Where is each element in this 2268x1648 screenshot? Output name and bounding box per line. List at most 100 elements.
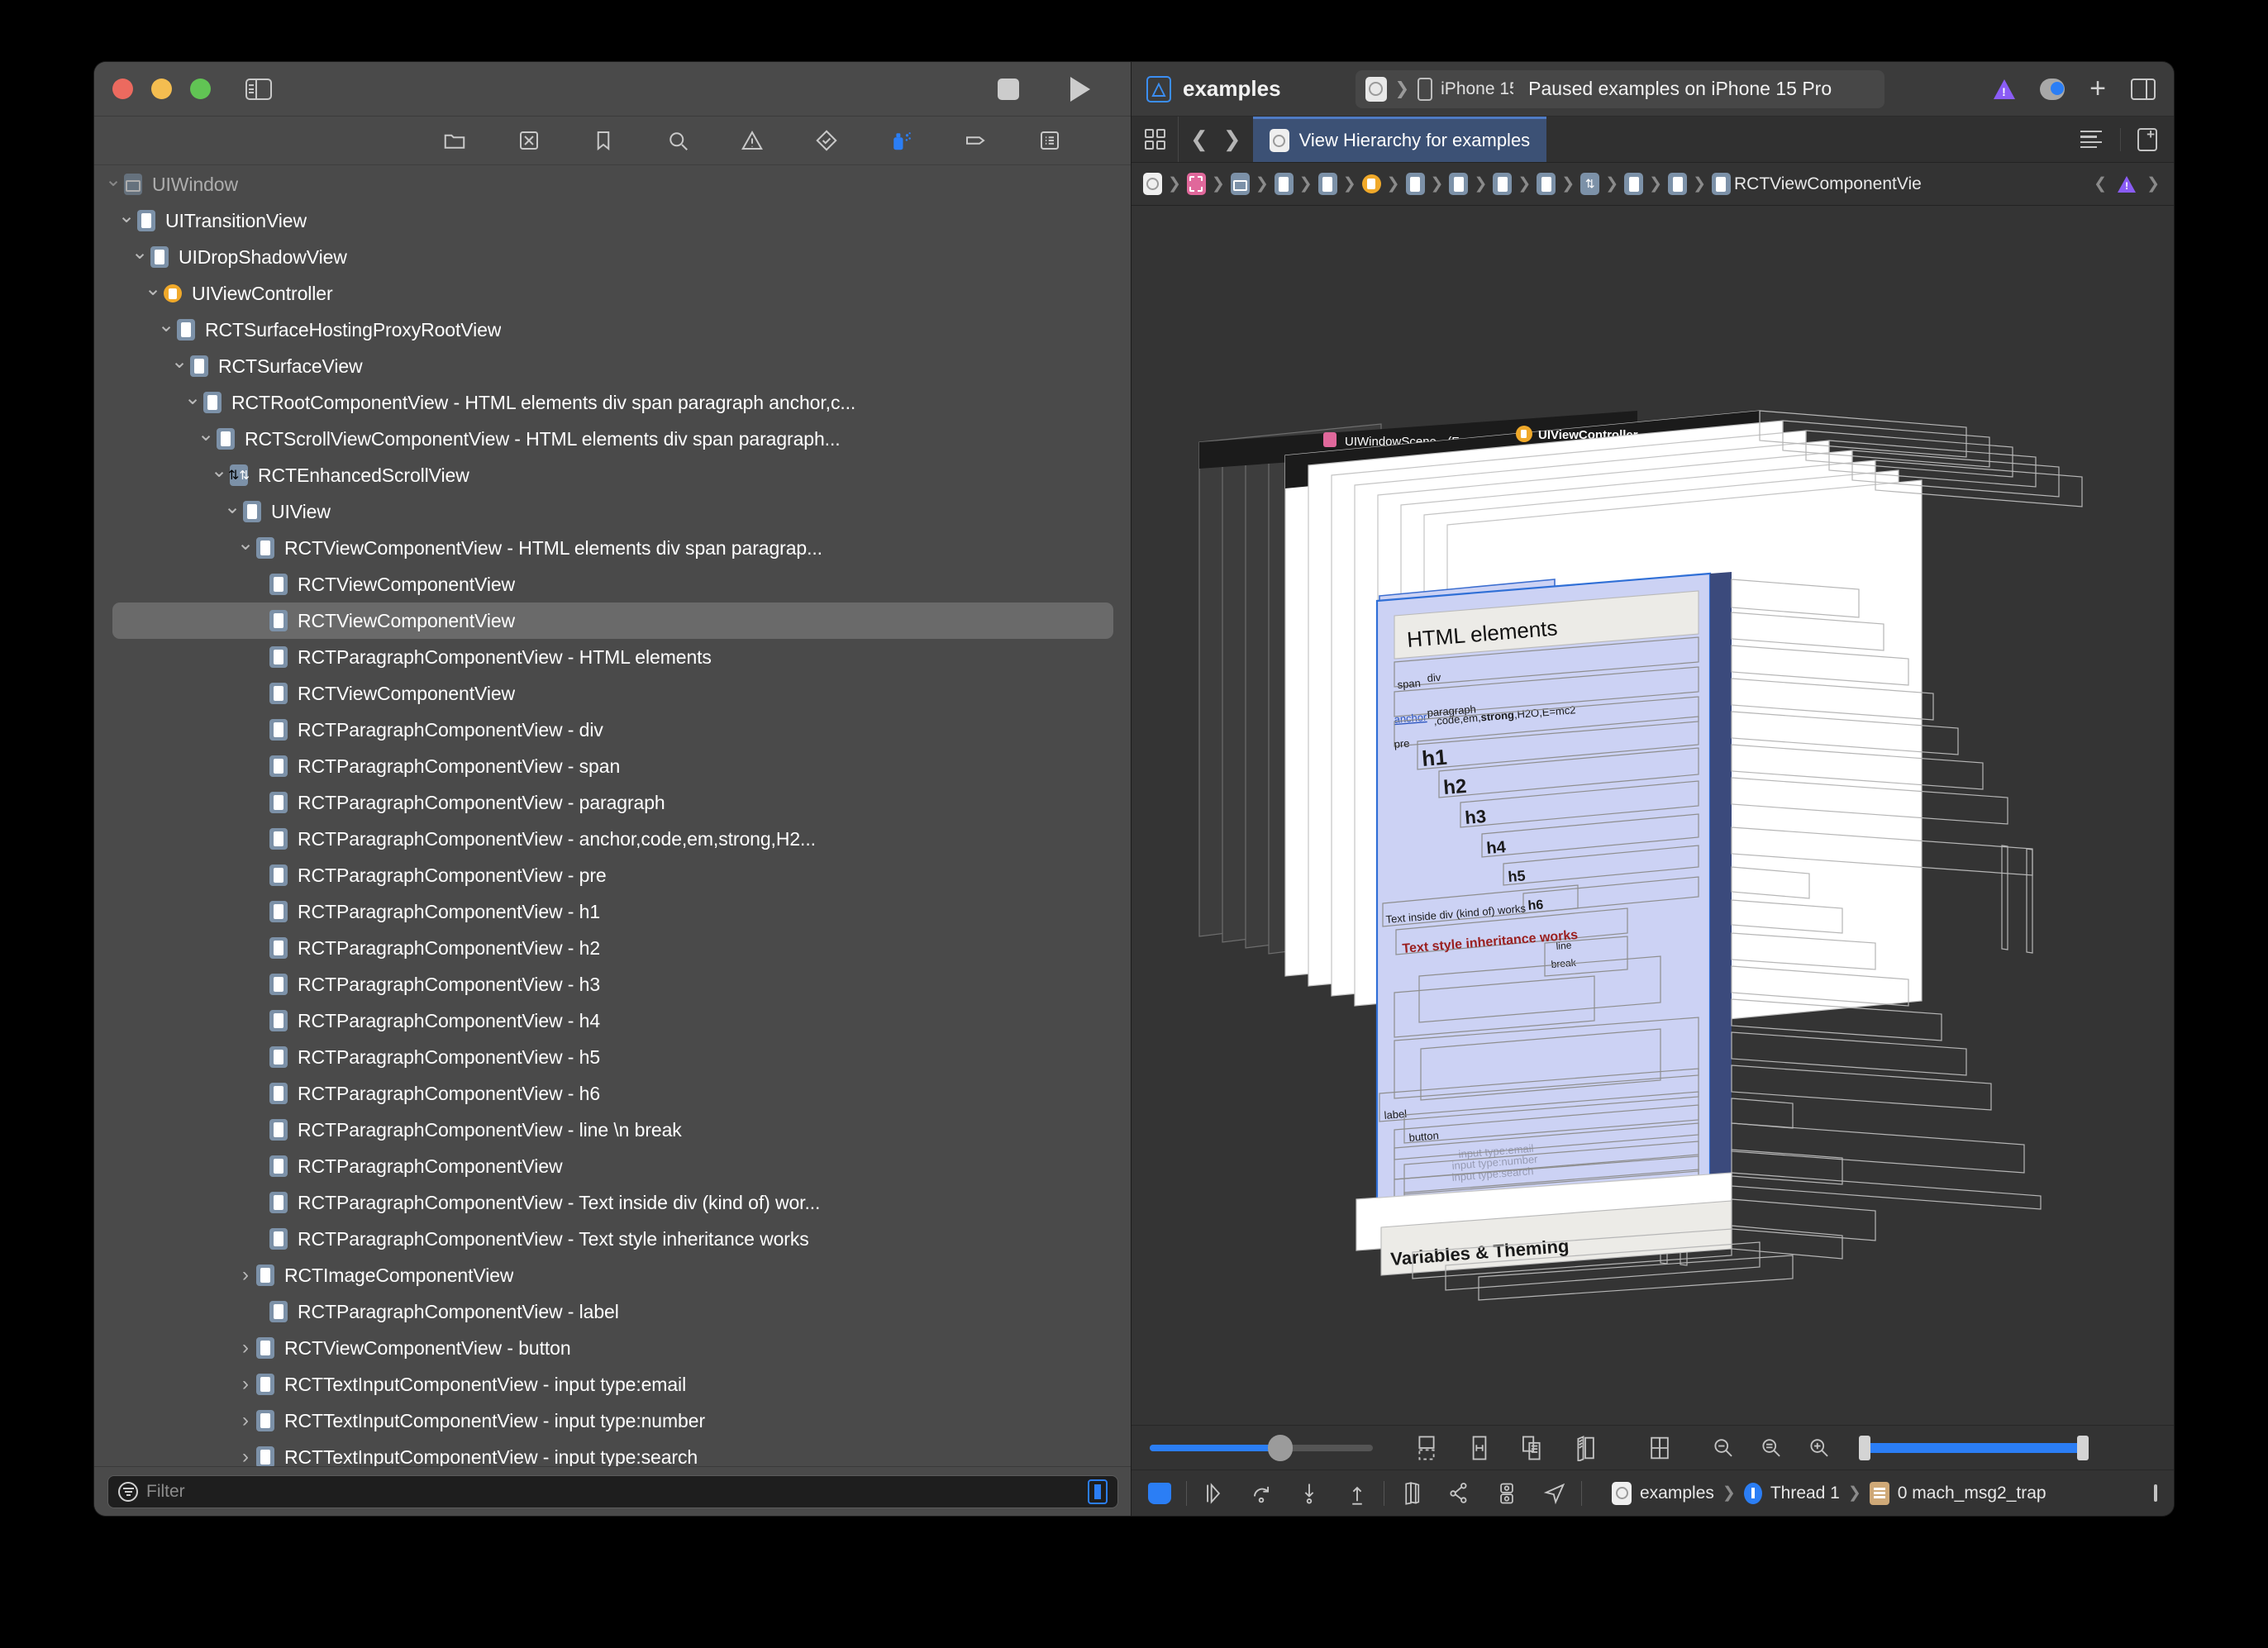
debug-thread-label[interactable]: Thread 1 [1770,1484,1840,1503]
chevron-down-icon[interactable] [155,320,177,340]
editor-navigation-arrows[interactable]: ❮ ❯ [1178,117,1253,162]
breadcrumb-vc-icon[interactable] [1361,174,1381,193]
breadcrumb-view-icon[interactable] [1668,173,1688,195]
filter-scope-button[interactable] [1088,1479,1108,1504]
tree-row[interactable]: RCTParagraphComponentView - paragraph [94,784,1132,821]
chevron-down-icon[interactable] [129,247,150,267]
tree-row[interactable]: RCTParagraphComponentView - h4 [94,1003,1132,1039]
warning-triangle-icon[interactable] [2118,175,2137,193]
minimap-icon[interactable] [2062,130,2120,149]
target-icon[interactable] [1365,76,1387,102]
zoom-in-icon[interactable] [1806,1435,1831,1461]
breadcrumb[interactable]: ❯❯❯❯❯❯❯❯❯❯⇅❯❯❯RCTViewComponentVie❮❯ [1132,163,2174,206]
bookmark-icon[interactable] [591,128,616,153]
tree-row[interactable]: RCTSurfaceView [94,348,1132,384]
chevron-right-icon[interactable] [235,1374,256,1394]
chevron-down-icon[interactable] [169,356,190,376]
chevron-right-icon[interactable]: ❯ [2144,174,2162,193]
tab-grid-icon[interactable] [1132,117,1178,162]
range-slider-right-handle[interactable] [2077,1435,2089,1460]
plus-icon[interactable]: + [2089,74,2106,102]
chevron-right-icon[interactable] [235,1447,256,1466]
chevron-down-icon[interactable] [142,283,164,303]
maximize-window-button[interactable] [190,79,211,99]
tree-row[interactable]: RCTParagraphComponentView - h2 [94,930,1132,966]
depth-slider-knob[interactable] [1268,1434,1294,1461]
tree-row[interactable]: RCTTextInputComponentView - input type:n… [94,1403,1132,1439]
tree-row[interactable]: RCTTextInputComponentView - input type:e… [94,1366,1132,1403]
tree-row[interactable]: RCTSurfaceHostingProxyRootView [94,312,1132,348]
cloud-icon[interactable] [2040,78,2066,100]
step-over-icon[interactable] [1250,1481,1273,1506]
tree-row[interactable]: RCTImageComponentView [94,1257,1132,1293]
depth-slider[interactable] [1150,1434,1373,1461]
tree-row[interactable]: RCTParagraphComponentView - Text inside … [94,1184,1132,1221]
debug-frame-label[interactable]: 0 mach_msg2_trap [1898,1484,2046,1503]
breadcrumb-view-icon[interactable] [1624,173,1644,195]
chevron-down-icon[interactable] [116,211,137,231]
tree-row[interactable]: UIWindow [94,166,1132,202]
back-arrow-icon[interactable]: ❮ [1190,126,1208,152]
zoom-actual-icon[interactable] [1758,1435,1783,1461]
tree-row[interactable]: ⇅ RCTEnhancedScrollView [94,457,1132,493]
breadcrumb-view-icon[interactable] [1317,173,1337,195]
add-editor-icon[interactable] [2120,126,2174,151]
debug-breadcrumb[interactable]: examples ❯ Thread 1 ❯ 0 mach_msg2_trap [1612,1481,2046,1505]
destination-label[interactable]: iPhone 15 [1441,79,1513,99]
environment-overrides-icon[interactable] [1495,1481,1518,1506]
minimize-window-button[interactable] [151,79,172,99]
test-icon[interactable] [814,128,839,153]
tree-row[interactable]: RCTParagraphComponentView - pre [94,857,1132,893]
tree-row[interactable]: RCTParagraphComponentView [94,1148,1132,1184]
close-window-button[interactable] [112,79,133,99]
chevron-right-icon[interactable] [235,1338,256,1358]
breadcrumb-win-icon[interactable] [1230,173,1250,195]
hierarchy-3d-render[interactable]: .pane { fill:#ffffff; stroke:#c4c4c4; st… [1132,249,2174,1425]
inspector-toggle-icon[interactable] [2131,78,2156,100]
forward-arrow-icon[interactable]: ❯ [1223,126,1241,152]
breadcrumb-view-icon[interactable] [1274,173,1294,195]
show-clipped-content-icon[interactable] [1414,1435,1439,1461]
tree-row[interactable]: RCTParagraphComponentView - h6 [94,1075,1132,1112]
debug-process-label[interactable]: examples [1640,1484,1714,1503]
chevron-down-icon[interactable] [208,465,230,485]
breadcrumb-scroll-icon[interactable]: ⇅ [1580,173,1600,195]
hide-debug-area-icon[interactable] [1148,1482,1171,1504]
memory-graph-icon[interactable] [1447,1481,1470,1506]
view-hierarchy-tree[interactable]: UIWindow UITransitionView UIDropShadowView… [94,166,1132,1466]
tree-row[interactable]: RCTParagraphComponentView - h3 [94,966,1132,1003]
stop-button[interactable] [998,78,1019,100]
tree-row[interactable]: RCTTextInputComponentView - input type:s… [94,1439,1132,1466]
tree-row[interactable]: UIViewController [94,275,1132,312]
tree-row[interactable]: RCTParagraphComponentView - span [94,748,1132,784]
tree-row[interactable]: RCTParagraphComponentView - div [94,712,1132,748]
tree-row[interactable]: RCTRootComponentView - HTML elements div… [94,384,1132,421]
warning-triangle-icon[interactable] [1994,79,2016,99]
console-toggle-icon[interactable] [2154,1484,2157,1502]
tree-row[interactable]: RCTViewComponentView [112,603,1113,639]
breadcrumb-app-icon[interactable] [1143,173,1162,195]
folder-icon[interactable] [442,128,467,153]
view-hierarchy-canvas[interactable]: .pane { fill:#ffffff; stroke:#c4c4c4; st… [1132,249,2174,1425]
zoom-out-icon[interactable] [1710,1435,1735,1461]
tree-row[interactable]: RCTViewComponentView [94,566,1132,603]
breakpoint-icon[interactable] [963,128,988,153]
chevron-down-icon[interactable] [195,429,217,449]
breadcrumb-view-icon[interactable] [1537,173,1556,195]
filter-input[interactable]: Filter [107,1474,1118,1508]
location-icon[interactable] [1543,1481,1566,1506]
tree-row[interactable]: RCTParagraphComponentView - Text style i… [94,1221,1132,1257]
tree-row[interactable]: RCTScrollViewComponentView - HTML elemen… [94,421,1132,457]
continue-icon[interactable] [1202,1481,1225,1506]
chevron-down-icon[interactable] [235,538,256,558]
tree-row[interactable]: UIView [94,493,1132,530]
step-into-icon[interactable] [1298,1481,1321,1506]
range-slider[interactable] [1859,1435,2089,1460]
report-icon[interactable] [1037,128,1062,153]
tree-row[interactable]: RCTViewComponentView [94,675,1132,712]
breadcrumb-view-icon[interactable] [1711,173,1731,195]
range-slider-left-handle[interactable] [1859,1435,1870,1460]
chevron-down-icon[interactable] [102,174,124,194]
search-icon[interactable] [665,128,690,153]
breadcrumb-view-icon[interactable] [1405,173,1425,195]
